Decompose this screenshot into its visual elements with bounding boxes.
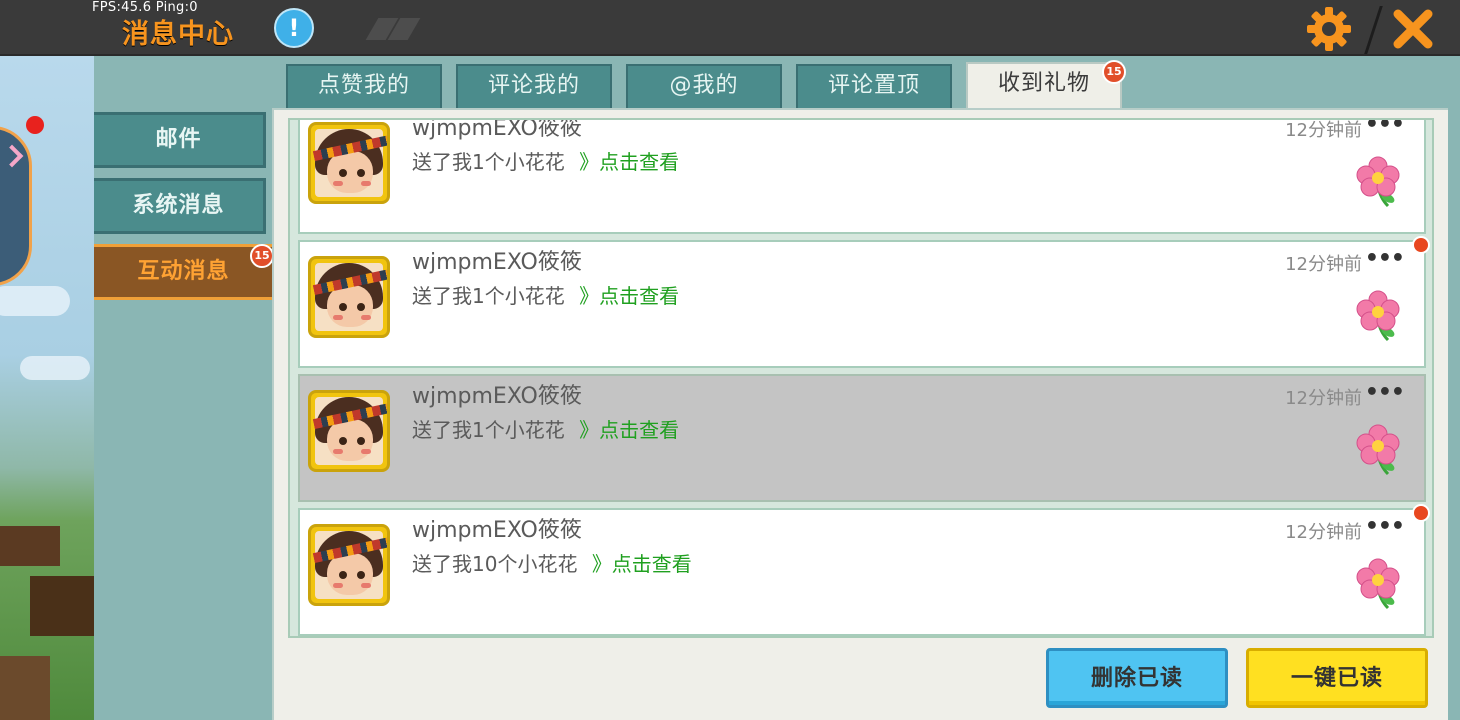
- username: wjmpmEXO筱筱: [412, 118, 582, 141]
- unread-count-badge: 15: [250, 244, 274, 268]
- message-text: 送了我1个小花花 》点击查看: [412, 280, 679, 309]
- cloud-decoration: [20, 356, 90, 380]
- page-title: 消息中心: [122, 19, 234, 50]
- topbar-divider: [1364, 6, 1383, 54]
- flower-icon: [1356, 156, 1400, 208]
- tab-bar: 点赞我的 评论我的 @我的 评论置顶 收到礼物 15: [272, 56, 1460, 110]
- content-area: wjmpmEXO筱筱 送了我1个小花花 》点击查看 12分钟前 ••• wjmp…: [272, 108, 1448, 720]
- view-link[interactable]: 》点击查看: [592, 552, 692, 576]
- message-list[interactable]: wjmpmEXO筱筱 送了我1个小花花 》点击查看 12分钟前 ••• wjmp…: [288, 118, 1434, 638]
- sidebar: 邮件 系统消息 互动消息 15: [94, 56, 276, 720]
- list-item[interactable]: wjmpmEXO筱筱 送了我1个小花花 》点击查看 12分钟前 •••: [298, 236, 1430, 368]
- tab-likes[interactable]: 点赞我的: [286, 64, 442, 108]
- timestamp: 12分钟前: [1285, 120, 1362, 141]
- avatar[interactable]: [308, 524, 390, 606]
- sidebar-item-mail[interactable]: 邮件: [94, 112, 266, 168]
- username: wjmpmEXO筱筱: [412, 250, 582, 275]
- more-options-icon[interactable]: •••: [1365, 514, 1405, 539]
- avatar[interactable]: [308, 390, 390, 472]
- gift-description: 送了我1个小花花: [412, 418, 565, 442]
- block-decoration: [0, 656, 50, 720]
- message-text: 送了我10个小花花 》点击查看: [412, 548, 692, 577]
- flower-icon: [1356, 558, 1400, 610]
- timestamp: 12分钟前: [1285, 522, 1362, 543]
- tab-badge: 15: [1102, 60, 1126, 84]
- username: wjmpmEXO筱筱: [412, 384, 582, 409]
- help-button[interactable]: !: [274, 8, 314, 48]
- view-link[interactable]: 》点击查看: [579, 284, 679, 308]
- timestamp: 12分钟前: [1285, 254, 1362, 275]
- tab-gifts-received[interactable]: 收到礼物: [966, 62, 1122, 110]
- flower-icon: [1356, 290, 1400, 342]
- sidebar-item-system-messages[interactable]: 系统消息: [94, 178, 266, 234]
- username: wjmpmEXO筱筱: [412, 518, 582, 543]
- unread-dot: [1412, 504, 1430, 522]
- sidebar-item-interaction-messages[interactable]: 互动消息: [94, 244, 276, 300]
- close-icon[interactable]: [1390, 6, 1436, 52]
- notification-dot: [26, 116, 44, 134]
- tab-pinned-comments[interactable]: 评论置顶: [796, 64, 952, 108]
- view-link[interactable]: 》点击查看: [579, 418, 679, 442]
- avatar[interactable]: [308, 256, 390, 338]
- tab-comments[interactable]: 评论我的: [456, 64, 612, 108]
- block-decoration: [30, 576, 94, 636]
- gift-description: 送了我1个小花花: [412, 150, 565, 174]
- message-text: 送了我1个小花花 》点击查看: [412, 414, 679, 443]
- main-panel: 点赞我的 评论我的 @我的 评论置顶 收到礼物 15 wjmpmEXO筱筱 送了…: [272, 56, 1460, 720]
- game-background: [0, 56, 94, 720]
- more-options-icon[interactable]: •••: [1365, 380, 1405, 405]
- more-options-icon[interactable]: •••: [1365, 246, 1405, 271]
- cloud-decoration: [0, 286, 70, 316]
- sidebar-item-label: 邮件: [155, 127, 202, 152]
- gift-description: 送了我10个小花花: [412, 552, 578, 576]
- avatar[interactable]: [308, 122, 390, 204]
- list-item[interactable]: wjmpmEXO筱筱 送了我1个小花花 》点击查看 12分钟前 •••: [298, 374, 1426, 502]
- message-text: 送了我1个小花花 》点击查看: [412, 146, 679, 175]
- sidebar-item-label: 系统消息: [132, 193, 225, 218]
- more-options-icon[interactable]: •••: [1365, 120, 1405, 137]
- unread-dot: [1412, 236, 1430, 254]
- list-item[interactable]: wjmpmEXO筱筱 送了我1个小花花 》点击查看 12分钟前 •••: [298, 118, 1426, 234]
- block-decoration: [0, 526, 60, 566]
- tab-mentions[interactable]: @我的: [626, 64, 782, 108]
- gift-description: 送了我1个小花花: [412, 284, 565, 308]
- delete-read-button[interactable]: 删除已读: [1046, 648, 1228, 708]
- mark-all-read-button[interactable]: 一键已读: [1246, 648, 1428, 708]
- list-item[interactable]: wjmpmEXO筱筱 送了我10个小花花 》点击查看 12分钟前 •••: [298, 504, 1430, 636]
- top-bar: FPS:45.6 Ping:0 消息中心 !: [0, 0, 1460, 56]
- gear-icon[interactable]: [1306, 6, 1352, 52]
- flower-icon: [1356, 424, 1400, 476]
- view-link[interactable]: 》点击查看: [579, 150, 679, 174]
- sidebar-item-label: 互动消息: [137, 259, 230, 284]
- timestamp: 12分钟前: [1285, 388, 1362, 409]
